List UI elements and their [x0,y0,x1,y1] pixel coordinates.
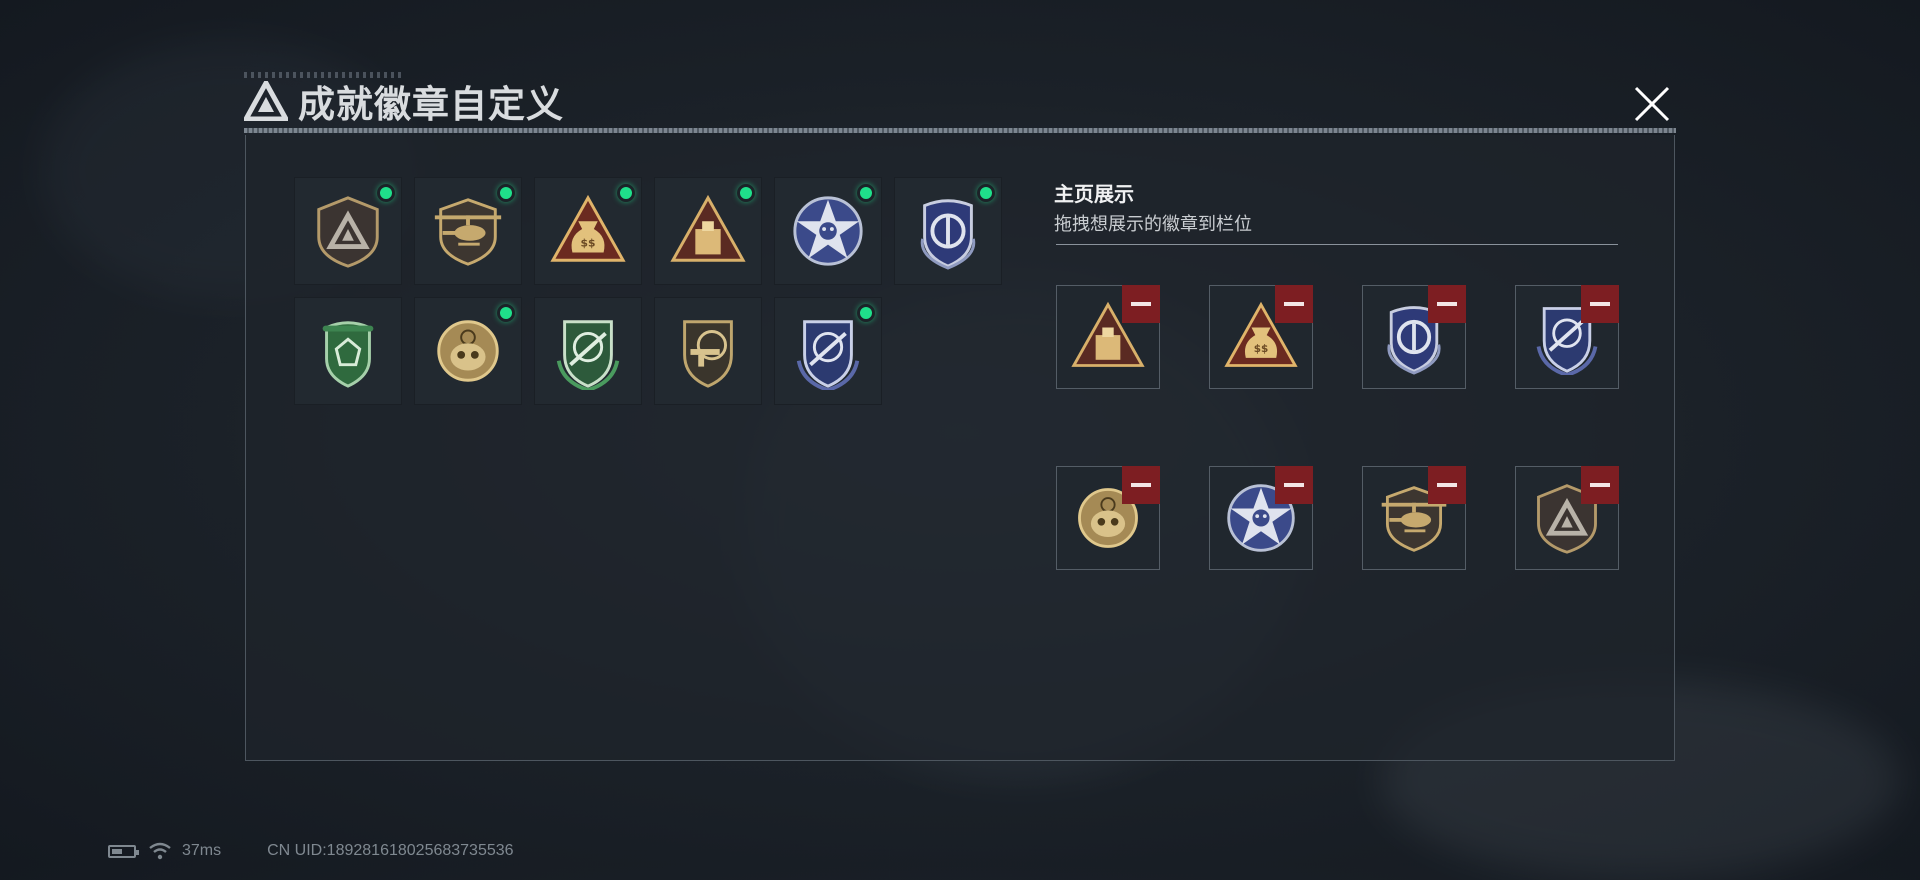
minus-icon [1284,302,1304,306]
money-bag-triangle-icon: $$ [550,194,626,262]
blue-star-skull-icon [793,196,863,266]
remove-badge-button[interactable] [1581,285,1619,323]
remove-badge-button[interactable] [1122,285,1160,323]
close-icon[interactable] [1628,80,1676,128]
minus-icon [1131,302,1151,306]
status-bar: 37ms CN UID:1892816180256837355​36 [108,842,514,860]
remove-badge-button[interactable] [1275,285,1313,323]
equipped-indicator-dot [857,184,875,202]
remove-badge-button[interactable] [1428,285,1466,323]
green-gem-shield-icon [322,321,374,388]
badge-item[interactable] [414,177,522,285]
triangle-logo-icon [244,81,288,121]
minus-icon [1590,483,1610,487]
gold-smg-shield-icon [683,320,733,388]
equipped-indicator-dot [737,184,755,202]
badge-item[interactable] [654,297,762,405]
helicopter-shield-icon [434,198,502,266]
equipped-indicator-dot [617,184,635,202]
badge-item[interactable] [774,177,882,285]
equipped-indicator-dot [977,184,995,202]
showcase-slot[interactable] [1362,285,1466,389]
panel-top-rule [244,128,1676,133]
equipped-indicator-dot [857,304,875,322]
showcase-slot[interactable] [1056,285,1160,389]
badge-item[interactable] [294,297,402,405]
showcase-slot[interactable] [1362,466,1466,570]
svg-text:$$: $$ [581,237,596,250]
equipped-indicator-dot [497,304,515,322]
badge-item[interactable] [774,297,882,405]
page-title: 成就徽章自定义 [298,83,564,126]
blue-wreath-shield-icon [920,199,976,270]
green-rifle-shield-icon [556,320,620,390]
tri-logo-shield-icon [317,196,379,268]
minus-icon [1131,483,1151,487]
wifi-icon [149,842,171,860]
remove-badge-button[interactable] [1122,466,1160,504]
showcase-slot[interactable] [1515,466,1619,570]
svg-text:$$: $$ [1254,343,1269,355]
badge-item[interactable] [294,177,402,285]
badge-item[interactable] [654,177,762,285]
showcase-slot[interactable] [1209,466,1313,570]
remove-badge-button[interactable] [1428,466,1466,504]
equipped-indicator-dot [377,184,395,202]
remove-badge-button[interactable] [1581,466,1619,504]
showcase-subtitle: 拖拽想展示的徽章到栏位 [1054,214,1252,235]
gold-skull-crosshair-icon [437,320,499,382]
minus-icon [1437,302,1457,306]
badge-item[interactable] [414,297,522,405]
equipped-indicator-dot [497,184,515,202]
showcase-slot[interactable] [1515,285,1619,389]
showcase-title: 主页展示 [1054,182,1134,206]
battery-icon [108,844,139,858]
showcase-slots: $$ [1056,285,1619,570]
showcase-slot[interactable]: $$ [1209,285,1313,389]
remove-badge-button[interactable] [1275,466,1313,504]
user-uid: CN UID:1892816180256837355​36 [267,842,514,859]
ping-value: 37ms [182,842,222,859]
dialog-header: 成就徽章自定义 [244,74,564,128]
showcase-slot[interactable] [1056,466,1160,570]
badge-item[interactable] [534,297,642,405]
badge-item[interactable]: $$ [534,177,642,285]
minus-icon [1590,302,1610,306]
badge-collection: $$ [294,177,1002,405]
minus-icon [1284,483,1304,487]
blue-rifle-shield-icon [796,320,860,390]
crate-triangle-icon [670,194,746,262]
minus-icon [1437,483,1457,487]
showcase-divider [1056,244,1618,245]
badge-item[interactable] [894,177,1002,285]
